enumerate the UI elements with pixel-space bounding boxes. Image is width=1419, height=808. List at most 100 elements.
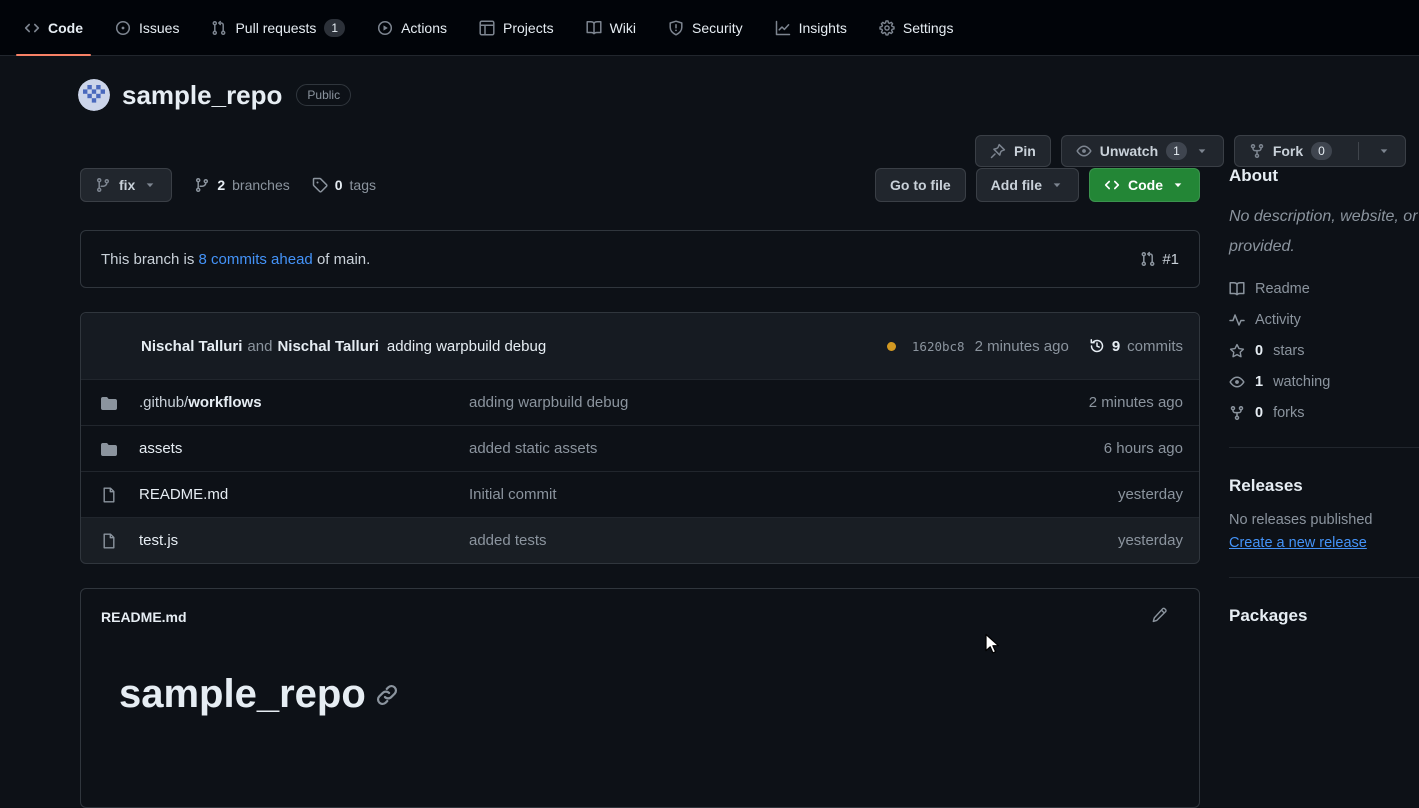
banner-text-suffix: of main.: [317, 251, 370, 268]
branch-selector[interactable]: fix: [80, 168, 172, 202]
file-name-link[interactable]: README.md: [139, 486, 228, 503]
tab-code[interactable]: Code: [16, 0, 91, 55]
fork-label: Fork: [1273, 143, 1303, 159]
tab-label: Wiki: [610, 20, 636, 36]
code-button[interactable]: Code: [1089, 168, 1200, 202]
commit-committer[interactable]: Nischal Talluri: [277, 338, 378, 355]
eye-icon: [1229, 374, 1245, 390]
readme-header: README.md: [81, 589, 1199, 626]
tab-issues[interactable]: Issues: [107, 0, 187, 55]
repo-header: sample_repo Public Pin Unwatch 1 Fork 0: [0, 56, 1419, 111]
file-toolbar: fix 2 branches 0 tags Go to file Add fil…: [80, 168, 1200, 202]
readme-filename-tab[interactable]: README.md: [101, 609, 187, 625]
file-commit-message-link[interactable]: adding warpbuild debug: [469, 394, 1013, 411]
tab-wiki[interactable]: Wiki: [578, 0, 644, 55]
table-row: README.md Initial commit yesterday: [81, 471, 1199, 517]
latest-commit-bar: Nischal Talluri and Nischal Talluri addi…: [81, 313, 1199, 379]
releases-empty-text: No releases published: [1229, 512, 1419, 528]
watch-count-badge: 1: [1166, 142, 1187, 160]
file-commit-time: 6 hours ago: [1013, 440, 1183, 457]
repo-name[interactable]: sample_repo: [122, 80, 282, 111]
pull-requests-count-badge: 1: [324, 19, 345, 37]
file-path-prefix[interactable]: .github/: [139, 394, 188, 411]
code-button-label: Code: [1128, 177, 1163, 193]
git-pull-request-icon: [1140, 251, 1156, 267]
commit-author[interactable]: Nischal Talluri: [141, 338, 242, 355]
table-row: .github/workflows adding warpbuild debug…: [81, 379, 1199, 425]
tags-count: 0: [335, 177, 343, 193]
pull-request-ref-link[interactable]: #1: [1140, 251, 1179, 268]
commit-history-link[interactable]: 9 commits: [1089, 338, 1183, 355]
unwatch-label: Unwatch: [1100, 143, 1158, 159]
about-section: About No description, website, or topics…: [1229, 166, 1419, 421]
table-row: assets added static assets 6 hours ago: [81, 425, 1199, 471]
pin-button[interactable]: Pin: [975, 135, 1051, 167]
watchers-link[interactable]: 1 watching: [1229, 374, 1419, 390]
chevron-down-icon: [1195, 144, 1209, 158]
file-name-link[interactable]: test.js: [139, 532, 178, 549]
tab-label: Insights: [799, 20, 847, 36]
tags-link[interactable]: 0 tags: [312, 177, 376, 193]
forks-link[interactable]: 0 forks: [1229, 405, 1419, 421]
add-file-button[interactable]: Add file: [976, 168, 1079, 202]
forks-label: forks: [1273, 405, 1304, 421]
issue-opened-icon: [115, 20, 131, 36]
sidebar-divider: [1229, 577, 1419, 578]
chevron-down-icon: [1050, 178, 1064, 192]
chevron-down-icon: [1171, 178, 1185, 192]
chevron-down-icon: [1377, 144, 1391, 158]
go-to-file-button[interactable]: Go to file: [875, 168, 966, 202]
releases-section: Releases No releases published Create a …: [1229, 476, 1419, 551]
readme-link[interactable]: Readme: [1229, 281, 1419, 297]
tab-security[interactable]: Security: [660, 0, 751, 55]
shield-icon: [668, 20, 684, 36]
stars-count: 0: [1255, 343, 1263, 359]
branches-link[interactable]: 2 branches: [194, 177, 289, 193]
tags-label: tags: [350, 177, 376, 193]
tab-label: Issues: [139, 20, 179, 36]
commit-message-link[interactable]: adding warpbuild debug: [387, 338, 546, 355]
history-icon: [1089, 338, 1105, 354]
tab-settings[interactable]: Settings: [871, 0, 962, 55]
readme-title: sample_repo: [119, 672, 1199, 717]
commit-hash-link[interactable]: 1620bc8: [912, 339, 965, 354]
repo-action-buttons: Pin Unwatch 1 Fork 0: [975, 135, 1406, 167]
pin-icon: [990, 143, 1006, 159]
file-commit-message-link[interactable]: Initial commit: [469, 486, 1013, 503]
commit-status-indicator[interactable]: [887, 342, 896, 351]
fork-button[interactable]: Fork 0: [1234, 135, 1406, 167]
pencil-icon: [1151, 607, 1167, 623]
readme-section: README.md sample_repo: [80, 588, 1200, 808]
tab-actions[interactable]: Actions: [369, 0, 455, 55]
edit-readme-button[interactable]: [1151, 607, 1167, 626]
code-icon: [24, 20, 40, 36]
repo-owner-avatar[interactable]: [78, 79, 110, 111]
file-commit-time: 2 minutes ago: [1013, 394, 1183, 411]
link-anchor-icon[interactable]: [376, 684, 398, 706]
watchers-label: watching: [1273, 374, 1330, 390]
tab-label: Code: [48, 20, 83, 36]
tab-pull-requests[interactable]: Pull requests 1: [203, 0, 353, 55]
file-name-cell: README.md: [139, 486, 469, 503]
pin-label: Pin: [1014, 143, 1036, 159]
unwatch-button[interactable]: Unwatch 1: [1061, 135, 1224, 167]
tab-label: Actions: [401, 20, 447, 36]
commits-ahead-link[interactable]: 8 commits ahead: [199, 251, 313, 268]
tab-insights[interactable]: Insights: [767, 0, 855, 55]
create-release-link[interactable]: Create a new release: [1229, 535, 1367, 551]
file-name-cell: assets: [139, 440, 469, 457]
about-title: About: [1229, 166, 1419, 186]
file-name-link[interactable]: assets: [139, 440, 182, 457]
file-commit-message-link[interactable]: added static assets: [469, 440, 1013, 457]
tab-projects[interactable]: Projects: [471, 0, 562, 55]
add-file-label: Add file: [991, 177, 1042, 193]
commit-time: 2 minutes ago: [975, 338, 1069, 355]
star-icon: [1229, 343, 1245, 359]
file-name-link[interactable]: workflows: [188, 394, 261, 411]
activity-link[interactable]: Activity: [1229, 312, 1419, 328]
file-name-cell: test.js: [139, 532, 469, 549]
stars-link[interactable]: 0 stars: [1229, 343, 1419, 359]
git-pull-request-icon: [211, 20, 227, 36]
packages-section: Packages: [1229, 606, 1419, 626]
file-commit-message-link[interactable]: added tests: [469, 532, 1013, 549]
